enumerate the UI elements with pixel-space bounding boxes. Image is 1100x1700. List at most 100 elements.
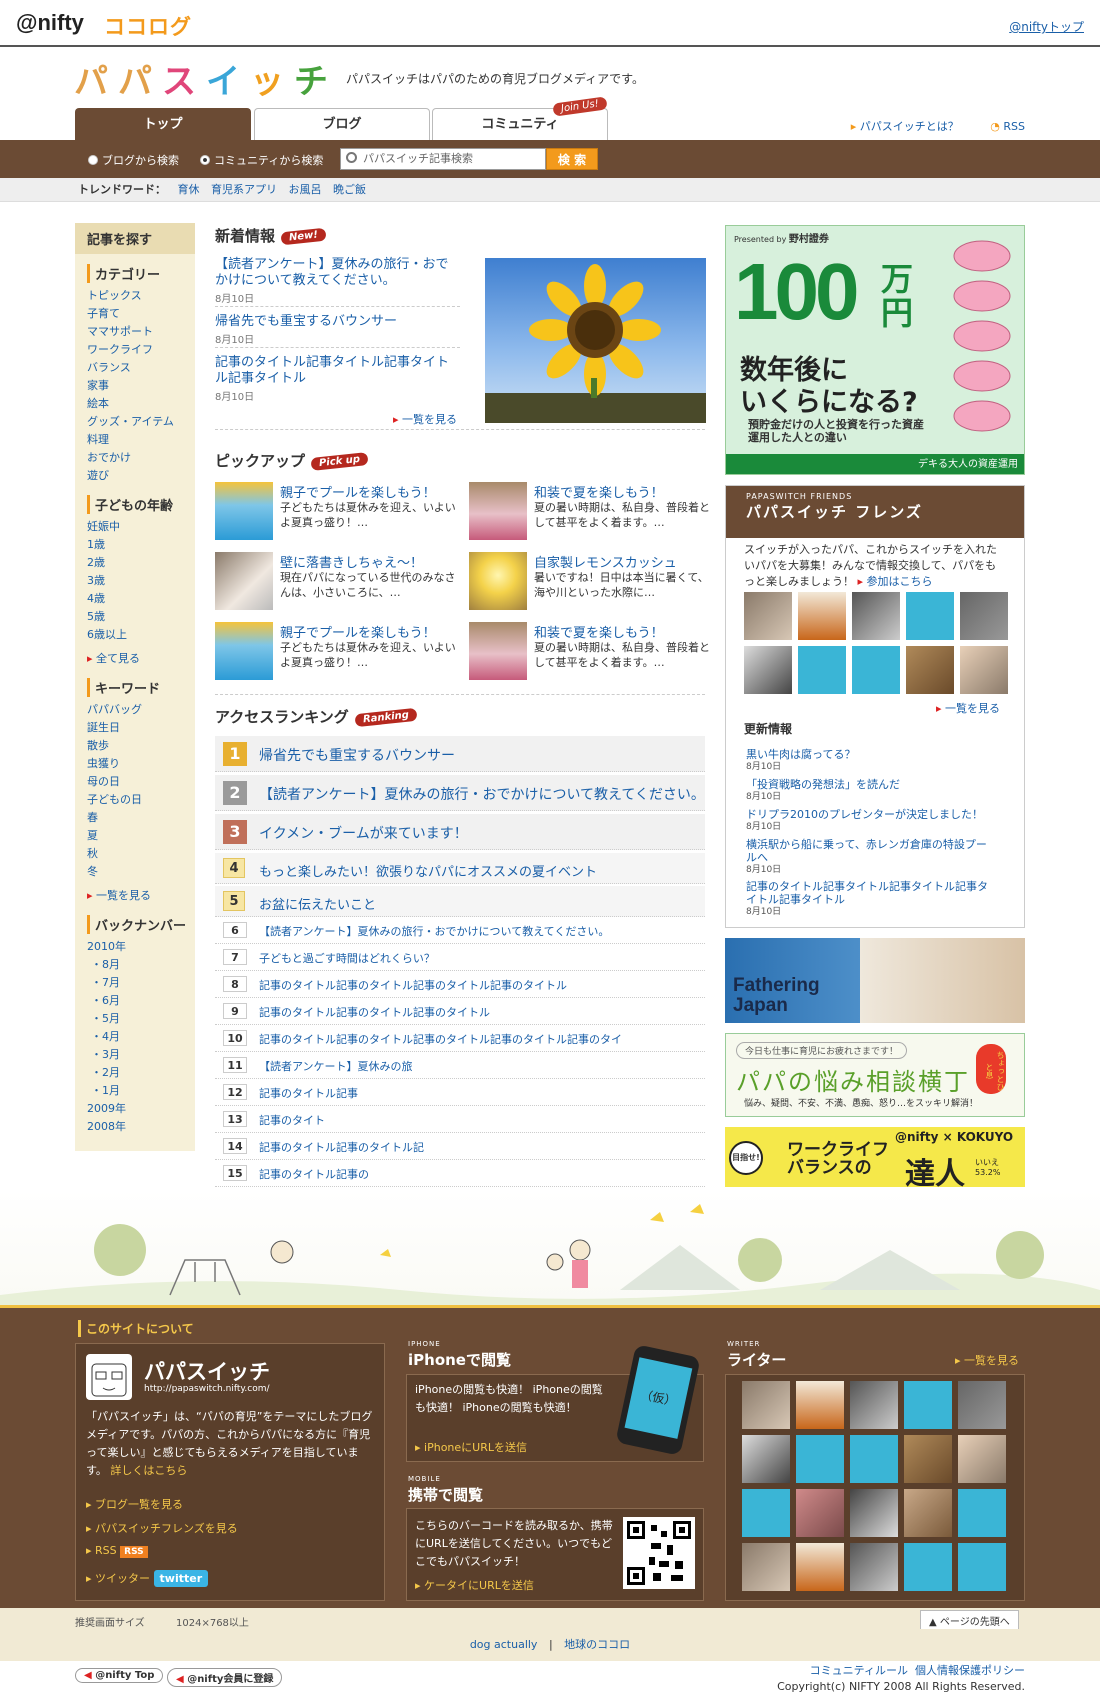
- trend-word[interactable]: 育児系アプリ: [211, 183, 277, 196]
- writer-avatar[interactable]: [958, 1543, 1006, 1591]
- nav-month[interactable]: ・4月: [87, 1028, 195, 1046]
- mobile-send-link[interactable]: ▸ ケータイにURLを送信: [415, 1577, 534, 1593]
- news-sunflower-photo[interactable]: [485, 258, 706, 423]
- radio-icon[interactable]: [88, 155, 98, 165]
- rank-title[interactable]: もっと楽しみたい！欲張りなパパにオススメの夏イベント: [259, 861, 597, 880]
- footer-link-blogs[interactable]: ▸ ブログ一覧を見る: [86, 1496, 183, 1512]
- nifty-join-button[interactable]: ◀ @nifty会員に登録: [167, 1668, 283, 1687]
- nifty-top-link[interactable]: @niftyトップ: [1009, 18, 1084, 35]
- pickup-item-title[interactable]: 親子でプールを楽しもう！: [280, 482, 436, 501]
- nav-month[interactable]: ・2月: [87, 1064, 195, 1082]
- rank-title[interactable]: 記事のタイト: [259, 1112, 325, 1128]
- page-top-label[interactable]: ページの先頭へ: [940, 1617, 1010, 1628]
- pickup-item-title[interactable]: 和装で夏を楽しもう！: [534, 622, 664, 641]
- pickup-item-title[interactable]: 自家製レモンスカッシュ: [534, 552, 677, 571]
- nav-link[interactable]: 絵本: [87, 395, 195, 413]
- pickup-thumb-pool[interactable]: [215, 622, 273, 680]
- friend-avatar[interactable]: [798, 592, 846, 640]
- friends-join-label[interactable]: 参加はこちら: [867, 575, 933, 588]
- friend-avatar[interactable]: [906, 592, 954, 640]
- trend-word[interactable]: 晩ご飯: [333, 183, 366, 196]
- nayami-banner[interactable]: 今日も仕事に育児にお疲れさまです！ パパの悩み相談横丁 悩み、疑問、不安、不満、…: [725, 1033, 1025, 1117]
- update-title[interactable]: ドリプラ2010のプレゼンターが決定しました！: [746, 808, 996, 821]
- nav-link[interactable]: おでかけ: [87, 449, 195, 467]
- footer-link-label[interactable]: RSS: [95, 1544, 117, 1557]
- pickup-thumb-yukata[interactable]: [469, 482, 527, 540]
- writer-avatar[interactable]: [904, 1489, 952, 1537]
- iphone-send-label[interactable]: iPhoneにURLを送信: [424, 1441, 527, 1454]
- tab-blog[interactable]: ブログ: [254, 108, 430, 140]
- friend-avatar[interactable]: [960, 592, 1008, 640]
- nav-link[interactable]: 5歳: [87, 608, 195, 626]
- writer-avatar[interactable]: [796, 1381, 844, 1429]
- ranking-row[interactable]: 1 帰省先でも重宝するバウンサー: [215, 736, 705, 772]
- nav-link[interactable]: 冬: [87, 863, 195, 881]
- writer-avatar[interactable]: [850, 1435, 898, 1483]
- writer-avatar[interactable]: [958, 1381, 1006, 1429]
- pickup-thumb-wall[interactable]: [215, 552, 273, 610]
- writer-avatar[interactable]: [742, 1435, 790, 1483]
- footer-link-twitter[interactable]: ▸ ツイッター twitter: [86, 1570, 209, 1587]
- nav-link[interactable]: 夏: [87, 827, 195, 845]
- rank-title[interactable]: 【読者アンケート】夏休みの旅: [259, 1058, 413, 1074]
- nifty-join-label[interactable]: @nifty会員に登録: [187, 1674, 273, 1685]
- bottom-link-dog-actually[interactable]: dog actually: [470, 1638, 538, 1651]
- rank-title[interactable]: 記事のタイトル記事の: [259, 1166, 369, 1182]
- writer-more-label[interactable]: 一覧を見る: [964, 1354, 1019, 1367]
- nav-link[interactable]: トピックス: [87, 287, 195, 305]
- nav-month[interactable]: ・6月: [87, 992, 195, 1010]
- writer-avatar[interactable]: [742, 1543, 790, 1591]
- writer-avatar[interactable]: [742, 1381, 790, 1429]
- nav-link[interactable]: 1歳: [87, 536, 195, 554]
- news-more-link[interactable]: 一覧を見る: [393, 411, 457, 427]
- writer-avatar[interactable]: [796, 1489, 844, 1537]
- footer-link-rss[interactable]: ▸ RSS RSS: [86, 1544, 148, 1558]
- footer-link-label[interactable]: パパスイッチフレンズを見る: [95, 1522, 238, 1535]
- about-link-label[interactable]: パパスイッチとは？: [860, 120, 959, 133]
- nav-month[interactable]: ・8月: [87, 956, 195, 974]
- rank-title[interactable]: 記事のタイトル記事のタイトル記事のタイトル記事のタイトル: [259, 977, 567, 993]
- pickup-thumb-lemon[interactable]: [469, 552, 527, 610]
- rank-title[interactable]: 記事のタイトル記事: [259, 1085, 358, 1101]
- nav-month[interactable]: ・3月: [87, 1046, 195, 1064]
- update-item[interactable]: ドリプラ2010のプレゼンターが決定しました！ 8月10日: [746, 808, 996, 834]
- ranking-row[interactable]: 11 【読者アンケート】夏休みの旅: [215, 1052, 705, 1079]
- ranking-row[interactable]: 12 記事のタイトル記事: [215, 1079, 705, 1106]
- rank-title[interactable]: 記事のタイトル記事のタイトル記事のタイトル記事のタイトル記事のタイ: [259, 1031, 622, 1047]
- twitter-badge-icon[interactable]: twitter: [153, 1570, 209, 1587]
- nav-link[interactable]: 散歩: [87, 737, 195, 755]
- radio-community-search[interactable]: コミュニティから検索: [200, 152, 323, 168]
- friend-avatar[interactable]: [960, 646, 1008, 694]
- trend-word[interactable]: お風呂: [289, 183, 322, 196]
- nav-link[interactable]: 子育て: [87, 305, 195, 323]
- friend-avatar[interactable]: [798, 646, 846, 694]
- ranking-row[interactable]: 9 記事のタイトル記事のタイトル記事のタイトル: [215, 998, 705, 1025]
- writer-avatar[interactable]: [904, 1543, 952, 1591]
- nav-month[interactable]: ・7月: [87, 974, 195, 992]
- writer-avatar[interactable]: [742, 1489, 790, 1537]
- pickup-item-title[interactable]: 親子でプールを楽しもう！: [280, 622, 436, 641]
- nav-link[interactable]: 遊び: [87, 467, 195, 485]
- nav-link[interactable]: グッズ・アイテム: [87, 413, 195, 431]
- rank-title[interactable]: お盆に伝えたいこと: [259, 894, 376, 913]
- update-title[interactable]: 横浜駅から船に乗って、赤レンガ倉庫の特設プールへ: [746, 838, 996, 864]
- pickup-item-title[interactable]: 和装で夏を楽しもう！: [534, 482, 664, 501]
- update-title[interactable]: 黒い牛肉は腐ってる？: [746, 748, 996, 761]
- nav-month[interactable]: ・5月: [87, 1010, 195, 1028]
- nifty-logo[interactable]: @nifty: [16, 10, 84, 36]
- news-item-title[interactable]: 帰省先でも重宝するバウンサー: [215, 314, 460, 330]
- nifty-top-label[interactable]: @nifty Top: [95, 1670, 154, 1681]
- rank-title[interactable]: イクメン・ブームが来ています！: [259, 823, 468, 843]
- mobile-send-label[interactable]: ケータイにURLを送信: [424, 1579, 534, 1592]
- writer-avatar[interactable]: [796, 1435, 844, 1483]
- nav-link[interactable]: 秋: [87, 845, 195, 863]
- pickup-item[interactable]: 和装で夏を楽しもう！ 夏の暑い時期は、私自身、普段着として甚平をよく着ます。…: [469, 482, 714, 544]
- friends-more-link[interactable]: 一覧を見る: [936, 700, 1000, 716]
- rank-title[interactable]: 子どもと過ごす時間はどれくらい？: [259, 950, 435, 966]
- pickup-item[interactable]: 親子でプールを楽しもう！ 子どもたちは夏休みを迎え、いよいよ夏真っ盛り！…: [215, 482, 460, 544]
- writer-avatar[interactable]: [850, 1543, 898, 1591]
- nav-link[interactable]: 虫獲り: [87, 755, 195, 773]
- nav-link[interactable]: 4歳: [87, 590, 195, 608]
- ranking-row[interactable]: 4 もっと楽しみたい！欲張りなパパにオススメの夏イベント: [215, 853, 705, 884]
- update-item[interactable]: 記事のタイトル記事タイトル記事タイトル記事タイトル記事タイトル 8月10日: [746, 880, 996, 919]
